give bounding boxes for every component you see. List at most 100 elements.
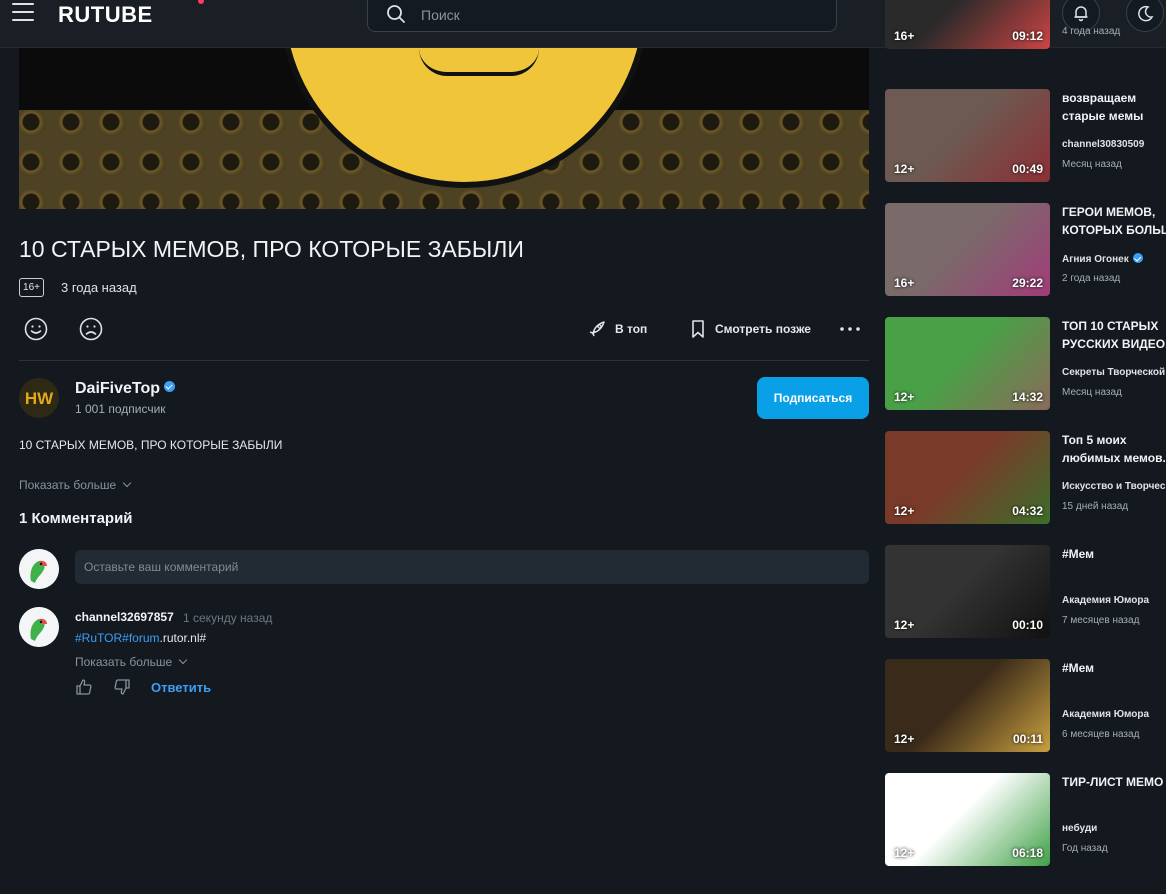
search-icon bbox=[387, 5, 405, 23]
recommendation-title[interactable]: #Мем bbox=[1062, 659, 1166, 677]
hashtag-link-rutor[interactable]: #RuTOR bbox=[75, 631, 122, 645]
recommendation-date: Месяц назад bbox=[1062, 159, 1122, 170]
channel-name[interactable]: DaiFiveTop bbox=[75, 380, 176, 398]
video-title: 10 СТАРЫХ МЕМОВ, ПРО КОТОРЫЕ ЗАБЫЛИ bbox=[19, 236, 524, 262]
video-thumbnail[interactable]: 12+ 00:10 bbox=[885, 545, 1050, 638]
recommendation-date: 4 года назад bbox=[1062, 26, 1121, 37]
thumbnail-age-rating: 12+ bbox=[894, 732, 915, 746]
recommendation-title[interactable]: #Мем bbox=[1062, 545, 1166, 563]
parrot-icon bbox=[19, 549, 59, 589]
recommendation-channel[interactable]: channel30830509 bbox=[1062, 139, 1166, 150]
title-line: Топ 5 моих bbox=[1062, 433, 1127, 447]
like-smile-icon[interactable] bbox=[23, 316, 49, 342]
thumbnail-duration: 00:11 bbox=[1012, 732, 1043, 746]
comment-input[interactable] bbox=[75, 550, 869, 584]
verified-icon bbox=[1132, 253, 1143, 263]
video-thumbnail[interactable]: 12+ 00:49 bbox=[885, 89, 1050, 182]
recommendation-date: 15 дней назад bbox=[1062, 501, 1129, 512]
thumbnail-age-rating: 12+ bbox=[894, 846, 915, 860]
recommendation-card[interactable]: 12+ 04:32 Топ 5 моих любимых мемов. Искусств… bbox=[885, 431, 1166, 524]
title-line: ТОП 10 СТАРЫХ bbox=[1062, 319, 1159, 333]
comment-show-more[interactable]: Показать больше bbox=[75, 655, 188, 669]
bookmark-icon bbox=[692, 320, 704, 338]
recommendation-channel[interactable]: Секреты Творческой bbox=[1062, 367, 1166, 378]
recommendation-title[interactable]: ТОП 10 СТАРЫХ РУССКИХ ВИДЕО. bbox=[1062, 317, 1166, 353]
thumbnail-age-rating: 12+ bbox=[894, 162, 915, 176]
channel-logo-icon: HW bbox=[19, 378, 59, 418]
video-actions: В топ Смотреть позже bbox=[19, 312, 869, 346]
search-box[interactable]: Поиск bbox=[367, 0, 837, 32]
user-avatar bbox=[19, 549, 59, 589]
recommendation-channel[interactable]: Искусство и Творчес bbox=[1062, 481, 1166, 492]
thumbs-down-icon[interactable] bbox=[113, 678, 131, 696]
thumbnail-age-rating: 12+ bbox=[894, 618, 915, 632]
menu-icon[interactable] bbox=[12, 3, 34, 21]
thumbnail-age-rating: 12+ bbox=[894, 390, 915, 404]
comments-title: 1 Комментарий bbox=[19, 510, 133, 527]
search-placeholder: Поиск bbox=[421, 7, 460, 23]
dislike-sad-icon[interactable] bbox=[78, 316, 104, 342]
thumbs-up-icon[interactable] bbox=[75, 678, 93, 696]
video-description: 10 СТАРЫХ МЕМОВ, ПРО КОТОРЫЕ ЗАБЫЛИ bbox=[19, 438, 283, 452]
recommendation-card[interactable]: 12+ 00:49 возвращаем старые мемы channel3083… bbox=[885, 89, 1166, 182]
divider bbox=[19, 360, 869, 361]
recommendation-card[interactable]: 12+ 14:32 ТОП 10 СТАРЫХ РУССКИХ ВИДЕО. Секре… bbox=[885, 317, 1166, 410]
recommendation-channel[interactable]: Академия Юмора bbox=[1062, 595, 1166, 606]
recommendation-channel[interactable]: Агния Огонек bbox=[1062, 253, 1166, 265]
video-thumbnail[interactable]: 12+ 14:32 bbox=[885, 317, 1050, 410]
recommendation-date: Год назад bbox=[1062, 843, 1108, 854]
subscribe-button[interactable]: Подписаться bbox=[757, 377, 869, 419]
recommendation-title[interactable]: ГЕРОИ МЕМОВ, КОТОРЫХ БОЛЬШ bbox=[1062, 203, 1166, 239]
comment-text-tail: .rutor.nl# bbox=[159, 631, 207, 645]
to-top-button[interactable]: В топ bbox=[587, 316, 647, 342]
svg-text:HW: HW bbox=[25, 389, 54, 408]
thumbnail-age-rating: 16+ bbox=[894, 29, 915, 43]
recommendation-card[interactable]: 12+ 06:18 ТИР-ЛИСТ МЕМО небуди Год назад bbox=[885, 773, 1166, 866]
video-thumbnail[interactable]: 12+ 00:11 bbox=[885, 659, 1050, 752]
posted-date: 3 года назад bbox=[61, 280, 137, 295]
rocket-icon bbox=[589, 321, 605, 337]
to-top-label: В топ bbox=[615, 322, 648, 336]
show-more-description[interactable]: Показать больше bbox=[19, 478, 132, 492]
chevron-down-icon bbox=[178, 655, 188, 665]
rutube-logo[interactable]: RUTUBE bbox=[58, 2, 153, 28]
hashtag-link-forum[interactable]: #forum bbox=[122, 631, 159, 645]
recommendation-title[interactable]: Топ 5 моих любимых мемов. bbox=[1062, 431, 1166, 467]
watch-later-button[interactable]: Смотреть позже bbox=[689, 316, 811, 342]
comment-show-more-label: Показать больше bbox=[75, 655, 173, 669]
recommendation-card[interactable]: 16+ 09:12 4 года назад bbox=[885, 0, 1166, 49]
title-line: #Мем bbox=[1062, 661, 1095, 675]
title-line: любимых мемов. bbox=[1062, 451, 1166, 465]
commenter-avatar[interactable] bbox=[19, 607, 59, 647]
thumbnail-duration: 06:18 bbox=[1012, 846, 1043, 860]
recommendation-card[interactable]: 12+ 00:11 #Мем Академия Юмора 6 месяцев наза… bbox=[885, 659, 1166, 752]
thumbnail-duration: 09:12 bbox=[1012, 29, 1043, 43]
video-player[interactable] bbox=[19, 48, 869, 209]
channel-avatar[interactable]: HW bbox=[19, 378, 59, 418]
recommendation-title[interactable]: ТИР-ЛИСТ МЕМО bbox=[1062, 773, 1166, 791]
thumbnail-age-rating: 12+ bbox=[894, 504, 915, 518]
watch-later-label: Смотреть позже bbox=[715, 322, 811, 336]
recommendation-card[interactable]: 16+ 29:22 ГЕРОИ МЕМОВ, КОТОРЫХ БОЛЬШ Агния О… bbox=[885, 203, 1166, 296]
more-options-icon[interactable] bbox=[837, 316, 863, 342]
title-line: РУССКИХ ВИДЕО. bbox=[1062, 337, 1166, 351]
comment-author[interactable]: channel32697857 bbox=[75, 610, 174, 624]
video-thumbnail[interactable]: 12+ 06:18 bbox=[885, 773, 1050, 866]
reply-button[interactable]: Ответить bbox=[151, 680, 211, 695]
title-line: возвращаем bbox=[1062, 91, 1137, 105]
recommendation-date: 2 года назад bbox=[1062, 273, 1121, 284]
recommendation-channel[interactable]: Академия Юмора bbox=[1062, 709, 1166, 720]
recommendation-title[interactable]: возвращаем старые мемы bbox=[1062, 89, 1166, 125]
title-line: ТИР-ЛИСТ МЕМО bbox=[1062, 775, 1164, 789]
video-thumbnail[interactable]: 12+ 04:32 bbox=[885, 431, 1050, 524]
verified-icon bbox=[164, 381, 176, 392]
recommendation-channel[interactable]: небуди bbox=[1062, 823, 1166, 834]
video-thumbnail[interactable]: 16+ 29:22 bbox=[885, 203, 1050, 296]
video-thumbnail[interactable]: 16+ 09:12 bbox=[885, 0, 1050, 49]
logo-dot bbox=[198, 0, 204, 4]
thumbnail-duration: 29:22 bbox=[1012, 276, 1043, 290]
recommendation-card[interactable]: 12+ 00:10 #Мем Академия Юмора 7 месяцев наза… bbox=[885, 545, 1166, 638]
thumbnail-duration: 04:32 bbox=[1012, 504, 1043, 518]
subscriber-count: 1 001 подписчик bbox=[75, 402, 166, 416]
show-more-label: Показать больше bbox=[19, 478, 117, 492]
